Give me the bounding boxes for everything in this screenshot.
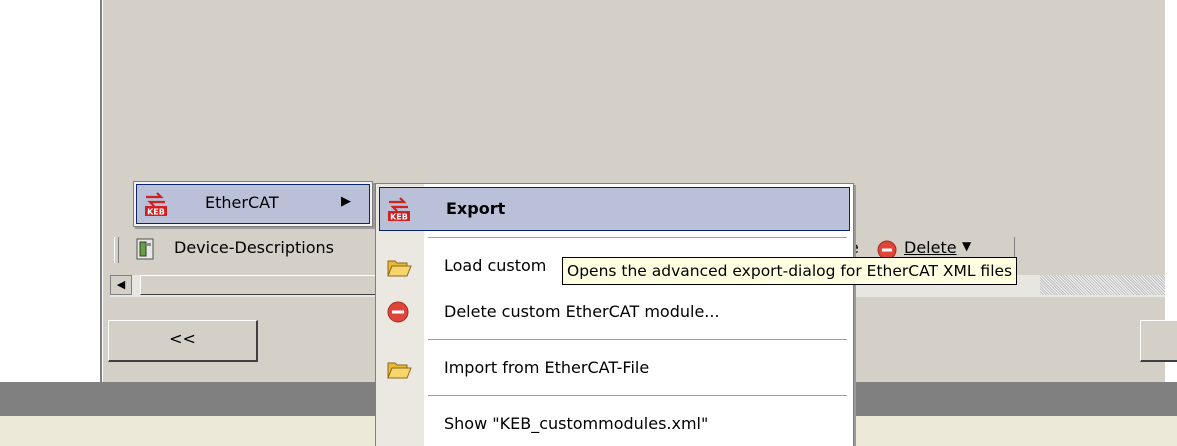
tooltip: Opens the advanced export-dialog for Eth… (562, 257, 1018, 285)
left-white-panel (0, 0, 100, 382)
ethercat-label: EtherCAT (205, 193, 279, 212)
svg-text:KEB: KEB (390, 213, 408, 222)
export-label: Export (446, 199, 506, 218)
menu-item-show-xml[interactable]: Show "KEB_custommodules.xml" (376, 402, 853, 446)
folder-open-icon (386, 254, 412, 280)
delete-icon (386, 300, 412, 326)
folder-open-icon (386, 356, 412, 382)
menu-separator (428, 395, 847, 396)
device-icon (134, 237, 158, 261)
import-label: Import from EtherCAT-File (444, 358, 650, 377)
parent-menu: KEB EtherCAT ▶ (133, 181, 373, 227)
device-descriptions-label: Device-Descriptions (174, 238, 334, 257)
keb-ethercat-icon: KEB (143, 191, 169, 217)
svg-text:KEB: KEB (147, 208, 165, 217)
menu-separator (428, 237, 847, 238)
right-button-partial[interactable] (1140, 320, 1177, 362)
chevron-down-icon: ▼ (962, 239, 972, 253)
keb-export-icon: KEB (386, 196, 412, 222)
menu-item-delete-custom[interactable]: Delete custom EtherCAT module... (376, 290, 853, 334)
delete-label: Delete (904, 238, 957, 257)
chevron-right-icon: ▶ (341, 194, 351, 209)
show-xml-label: Show "KEB_custommodules.xml" (444, 414, 709, 433)
menu-item-ethercat[interactable]: KEB EtherCAT ▶ (136, 184, 370, 224)
delete-custom-label: Delete custom EtherCAT module... (444, 302, 720, 321)
menu-item-import[interactable]: Import from EtherCAT-File (376, 346, 853, 390)
load-custom-label: Load custom (444, 256, 547, 275)
ethercat-submenu: KEB Export Load custom Delete custom Eth… (375, 183, 854, 446)
panel-divider-highlight (102, 0, 103, 382)
toolbar-grip[interactable] (114, 237, 119, 263)
scroll-left-arrow[interactable]: ◀ (110, 275, 132, 295)
back-button-label: << (169, 329, 196, 348)
scroll-track-dotted (1040, 275, 1165, 295)
menu-item-export[interactable]: KEB Export (379, 187, 850, 231)
scroll-thumb[interactable] (140, 275, 380, 295)
back-button[interactable]: << (108, 320, 258, 362)
menu-separator (428, 339, 847, 340)
